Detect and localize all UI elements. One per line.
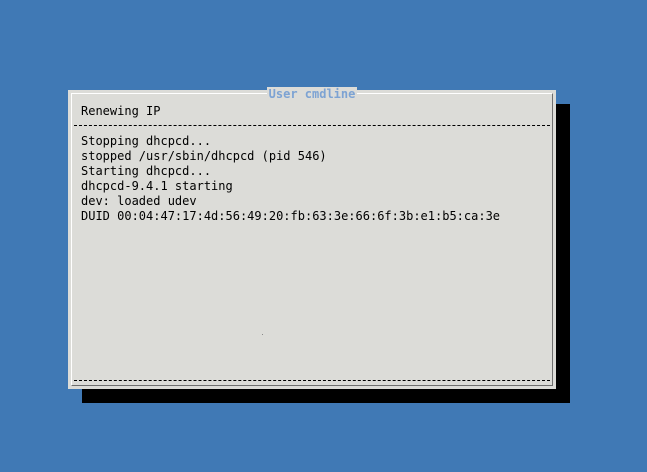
program-box-dialog: User cmdline Renewing IP Stopping dhcpcd… bbox=[68, 87, 556, 389]
dialog-subtitle: Renewing IP bbox=[81, 104, 161, 118]
output-line: Starting dhcpcd... bbox=[81, 164, 212, 178]
bottom-divider bbox=[74, 380, 550, 381]
output-line: stopped /usr/sbin/dhcpcd (pid 546) bbox=[81, 149, 327, 163]
dialog-title: User cmdline bbox=[266, 87, 358, 101]
command-output: Stopping dhcpcd... stopped /usr/sbin/dhc… bbox=[81, 134, 541, 224]
output-line: Stopping dhcpcd... bbox=[81, 134, 212, 148]
output-line: dev: loaded udev bbox=[81, 194, 197, 208]
cursor-dot bbox=[262, 334, 263, 335]
output-line: dhcpcd-9.4.1 starting bbox=[81, 179, 233, 193]
output-line: DUID 00:04:47:17:4d:56:49:20:fb:63:3e:66… bbox=[81, 209, 501, 223]
dialog-title-bar: User cmdline bbox=[68, 87, 556, 101]
top-divider bbox=[74, 125, 550, 126]
